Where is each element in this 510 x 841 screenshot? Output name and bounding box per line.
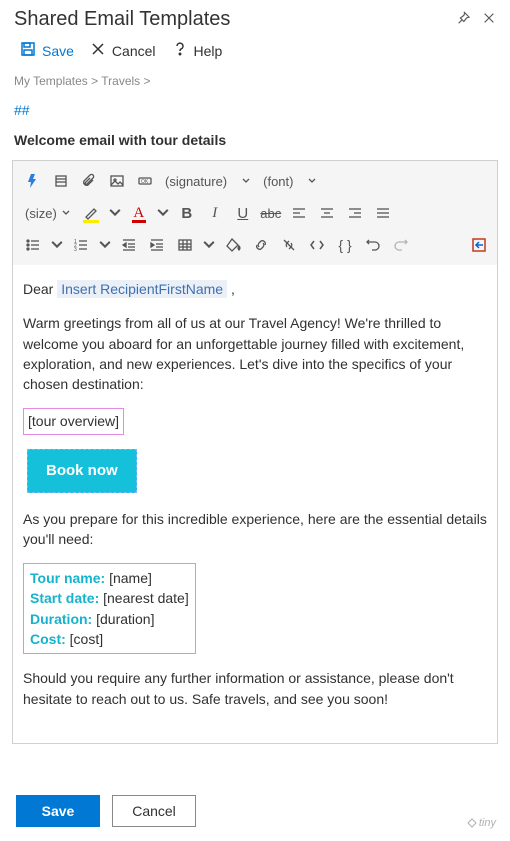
exit-icon[interactable] xyxy=(465,231,493,259)
cancel-icon xyxy=(90,41,106,60)
closing-paragraph: Should you require any further informati… xyxy=(23,668,487,709)
dear-text: Dear xyxy=(23,281,57,297)
bullet-list-icon[interactable] xyxy=(19,231,47,259)
text-color-icon[interactable]: A xyxy=(125,199,153,227)
book-now-button[interactable]: Book now xyxy=(27,449,137,493)
align-justify-icon[interactable] xyxy=(369,199,397,227)
pane-title: Shared Email Templates xyxy=(14,8,230,31)
table-icon[interactable] xyxy=(171,231,199,259)
template-subject[interactable]: Welcome email with tour details xyxy=(0,120,510,152)
cancel-button[interactable]: Cancel xyxy=(112,795,196,827)
chevron-down-icon xyxy=(61,206,71,221)
intro-paragraph: Warm greetings from all of us at our Tra… xyxy=(23,313,487,394)
size-select[interactable]: (size) xyxy=(19,199,77,227)
image-icon[interactable] xyxy=(103,167,131,195)
number-list-icon[interactable]: 123 xyxy=(67,231,95,259)
editor-toolbar: OK (signature) (font) (size) A B I U abc… xyxy=(12,160,498,265)
chevron-down-icon[interactable] xyxy=(95,231,115,259)
help-button[interactable]: Help xyxy=(172,41,223,60)
underline-icon[interactable]: U xyxy=(229,199,257,227)
chevron-down-icon[interactable] xyxy=(47,231,67,259)
chevron-down-icon[interactable] xyxy=(153,199,173,227)
chevron-down-icon[interactable] xyxy=(105,199,125,227)
chevron-down-icon xyxy=(307,174,317,189)
strikethrough-icon[interactable]: abc xyxy=(257,199,285,227)
recipient-firstname-field[interactable]: Insert RecipientFirstName xyxy=(57,280,227,298)
save-button[interactable]: Save xyxy=(16,795,100,827)
unlink-icon[interactable] xyxy=(275,231,303,259)
align-center-icon[interactable] xyxy=(313,199,341,227)
tiny-logo: tiny xyxy=(467,817,496,829)
pin-icon[interactable] xyxy=(456,11,470,28)
editor-body[interactable]: Dear Insert RecipientFirstName , Warm gr… xyxy=(12,265,498,744)
align-right-icon[interactable] xyxy=(341,199,369,227)
cancel-button[interactable]: Cancel xyxy=(90,41,156,60)
save-icon xyxy=(20,41,36,60)
svg-text:OK: OK xyxy=(141,179,149,185)
source-code-icon[interactable] xyxy=(303,231,331,259)
breadcrumb[interactable]: My Templates > Travels > xyxy=(0,66,510,90)
chevron-down-icon[interactable] xyxy=(199,231,219,259)
highlight-icon[interactable] xyxy=(77,199,105,227)
chevron-down-icon xyxy=(241,174,251,189)
details-paragraph: As you prepare for this incredible exper… xyxy=(23,509,487,550)
button-icon[interactable]: OK xyxy=(131,167,159,195)
bold-icon[interactable]: B xyxy=(173,199,201,227)
tour-details-block[interactable]: Tour name: [name] Start date: [nearest d… xyxy=(23,563,196,654)
help-icon xyxy=(172,41,188,60)
svg-text:3: 3 xyxy=(74,247,77,253)
attachment-icon[interactable] xyxy=(75,167,103,195)
hash-mark[interactable]: ## xyxy=(0,90,510,120)
outdent-icon[interactable] xyxy=(115,231,143,259)
save-button[interactable]: Save xyxy=(20,41,74,60)
tour-overview-placeholder[interactable]: [tour overview] xyxy=(23,408,124,434)
signature-select[interactable]: (signature) xyxy=(159,167,257,195)
indent-icon[interactable] xyxy=(143,231,171,259)
macro-icon[interactable] xyxy=(19,167,47,195)
align-left-icon[interactable] xyxy=(285,199,313,227)
close-icon[interactable] xyxy=(482,11,496,28)
link-icon[interactable] xyxy=(247,231,275,259)
template-icon[interactable] xyxy=(47,167,75,195)
braces-icon[interactable]: { } xyxy=(331,231,359,259)
paint-fill-icon[interactable] xyxy=(219,231,247,259)
font-select[interactable]: (font) xyxy=(257,167,323,195)
redo-icon[interactable] xyxy=(387,231,415,259)
italic-icon[interactable]: I xyxy=(201,199,229,227)
undo-icon[interactable] xyxy=(359,231,387,259)
